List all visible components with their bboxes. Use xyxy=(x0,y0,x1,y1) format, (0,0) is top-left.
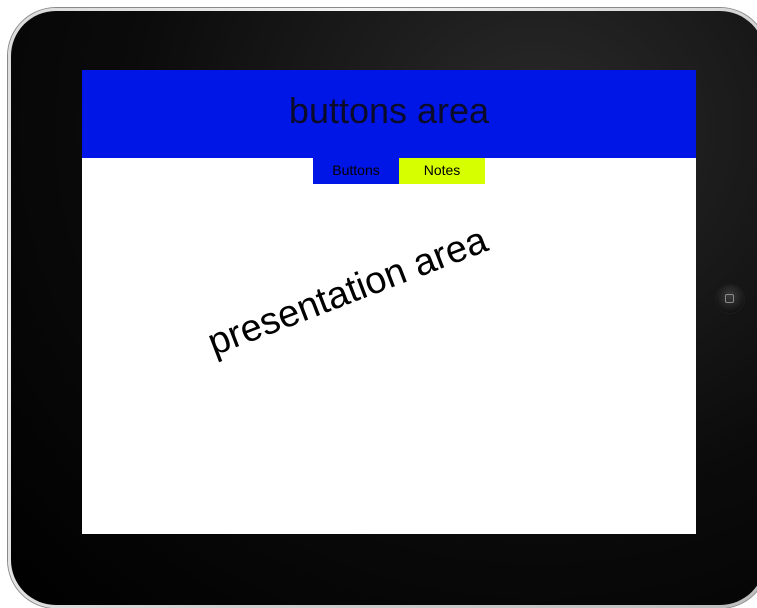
home-button[interactable] xyxy=(715,284,745,314)
app-screen: buttons area Buttons Notes presentation … xyxy=(82,70,696,534)
presentation-area-label: presentation area xyxy=(202,219,494,365)
home-button-icon xyxy=(725,294,734,303)
tab-notes[interactable]: Notes xyxy=(399,158,485,184)
buttons-area: buttons area xyxy=(82,70,696,158)
buttons-area-label: buttons area xyxy=(288,90,490,131)
tab-buttons[interactable]: Buttons xyxy=(313,158,399,184)
